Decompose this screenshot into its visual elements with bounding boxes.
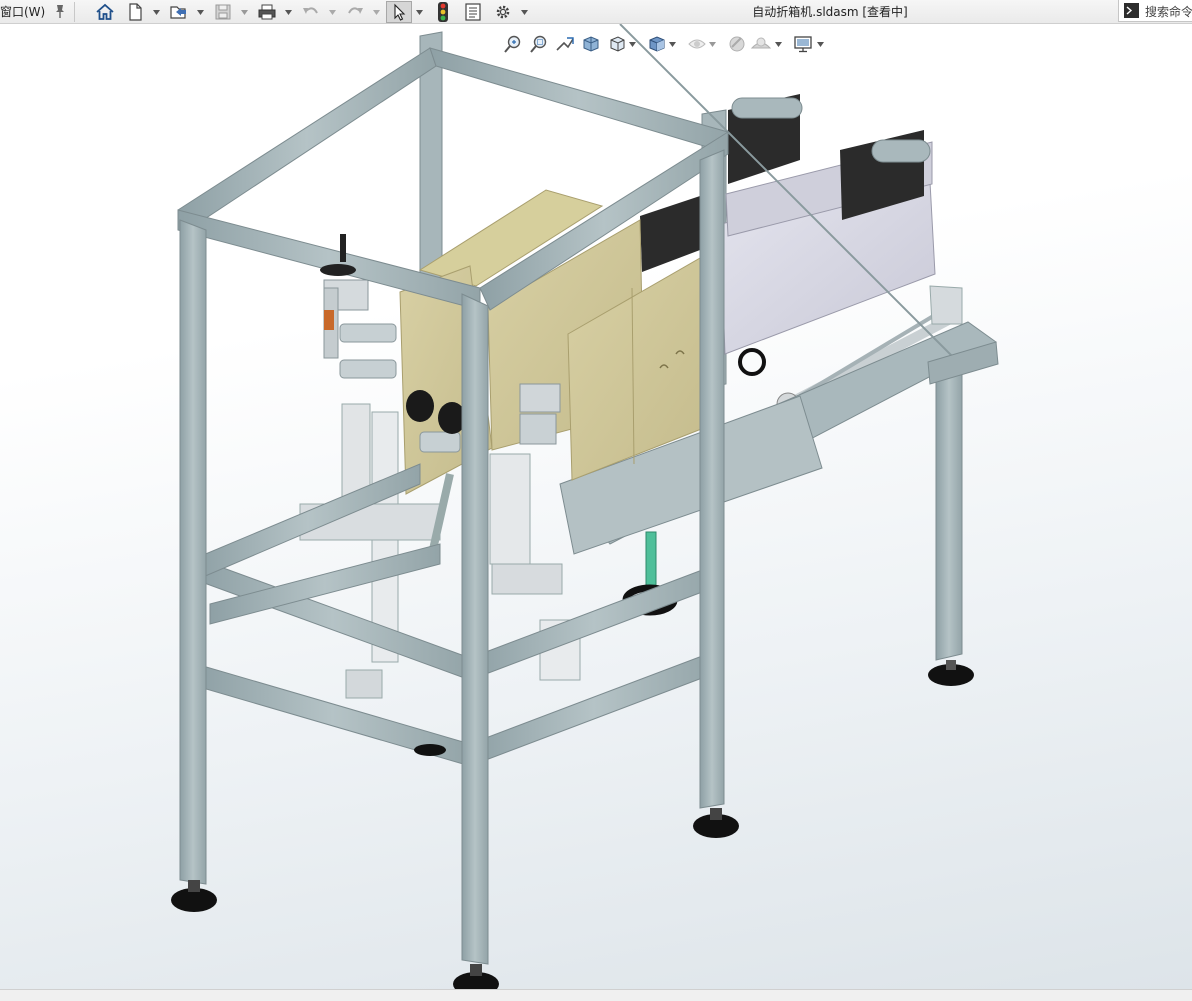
- undo-dropdown-icon[interactable]: [328, 2, 336, 22]
- search-input[interactable]: 搜索命令: [1145, 3, 1192, 20]
- document-title: 自动折箱机.sldasm [查看中]: [752, 5, 908, 19]
- select-icon[interactable]: [386, 1, 412, 23]
- menu-window[interactable]: 窗口(W): [0, 3, 45, 20]
- print-icon[interactable]: [256, 1, 278, 23]
- undo-icon[interactable]: [300, 1, 322, 23]
- select-dropdown-icon[interactable]: [415, 2, 423, 22]
- open-icon[interactable]: [168, 1, 190, 23]
- new-document-icon[interactable]: [124, 1, 146, 23]
- home-icon[interactable]: [94, 1, 116, 23]
- command-manager-bar: 窗口(W) 自动折箱机.sldasm [查看中] 搜索命令: [0, 0, 1192, 24]
- save-icon[interactable]: [212, 1, 234, 23]
- redo-dropdown-icon[interactable]: [372, 2, 380, 22]
- open-dropdown-icon[interactable]: [196, 2, 204, 22]
- graphics-area[interactable]: [0, 24, 1192, 989]
- redo-icon[interactable]: [344, 1, 366, 23]
- save-dropdown-icon[interactable]: [240, 2, 248, 22]
- toolbar-separator: [74, 2, 75, 22]
- leveling-feet: [171, 744, 739, 989]
- status-bar: [0, 989, 1192, 1001]
- command-prompt-icon: [1124, 3, 1139, 18]
- gear-icon[interactable]: [492, 1, 514, 23]
- assembly-model-render[interactable]: [0, 24, 1192, 989]
- print-dropdown-icon[interactable]: [284, 2, 292, 22]
- pin-icon[interactable]: [52, 2, 68, 20]
- new-dropdown-icon[interactable]: [152, 2, 160, 22]
- search-commands-box[interactable]: 搜索命令: [1118, 0, 1192, 22]
- file-properties-icon[interactable]: [462, 1, 484, 23]
- frame-leg-right-back: [928, 367, 974, 686]
- options-dropdown-icon[interactable]: [520, 2, 528, 22]
- traffic-light-icon[interactable]: [432, 1, 454, 23]
